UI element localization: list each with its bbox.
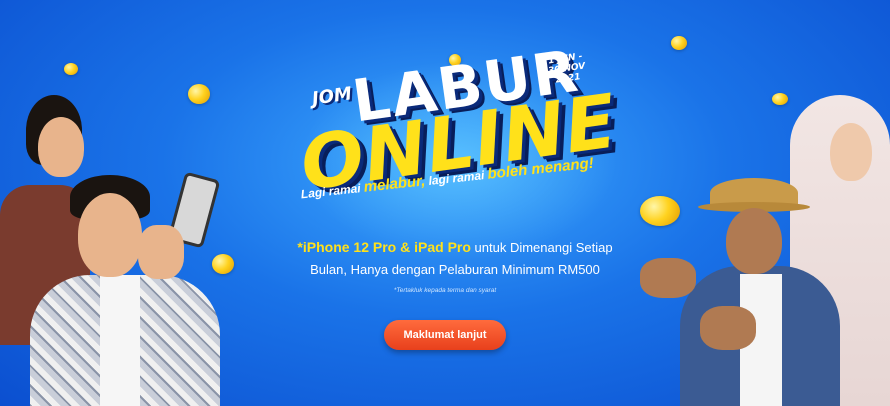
campaign-date-badge: 1 JUN - 30 NOV 2021 <box>546 52 587 87</box>
coin-icon <box>772 93 788 105</box>
promo-prize-highlight: *iPhone 12 Pro & iPad Pro <box>297 239 471 255</box>
promo-banner[interactable]: JOM LABUR ONLINE 1 JUN - 30 NOV 2021 Lag… <box>0 0 890 406</box>
man-shouting-illustration <box>20 175 230 406</box>
promo-text: *iPhone 12 Pro & iPad Pro untuk Dimenang… <box>265 236 645 281</box>
terms-disclaimer: *Tertakluk kepada terma dan syarat <box>393 287 497 294</box>
promo-line-1: *iPhone 12 Pro & iPad Pro untuk Dimenang… <box>265 236 645 259</box>
coin-icon <box>188 84 210 104</box>
coin-icon <box>671 36 687 50</box>
more-info-button[interactable]: Maklumat lanjut <box>384 320 506 350</box>
promo-line-1-rest: untuk Dimenangi Setiap <box>470 240 613 255</box>
man-pointing-illustration <box>640 178 840 406</box>
coin-icon <box>64 63 78 75</box>
promo-line-2: Bulan, Hanya dengan Pelaburan Minimum RM… <box>310 262 600 277</box>
